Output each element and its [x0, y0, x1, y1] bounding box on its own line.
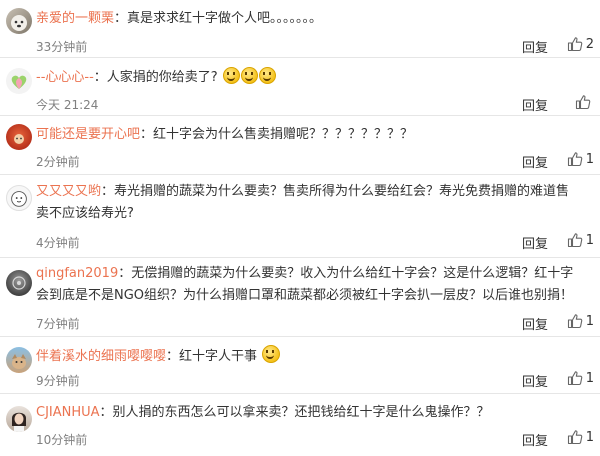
- avatar[interactable]: [6, 68, 32, 94]
- reply-button[interactable]: 回复: [522, 95, 548, 114]
- like-button[interactable]: 2: [567, 36, 594, 52]
- avatar[interactable]: [6, 406, 32, 432]
- like-button[interactable]: [575, 94, 594, 110]
- thumbs-up-icon: [575, 95, 591, 110]
- comment-username[interactable]: --心心心--: [36, 70, 94, 85]
- comment-text: CJIANHUA：别人捐的东西怎么可以拿来卖？还把钱给红十字是什么鬼操作？？: [36, 402, 580, 424]
- grin-emoji-icon: [258, 67, 276, 84]
- comment-text: 伴着溪水的细雨嘤嘤嘤：红十字人干事: [36, 345, 580, 368]
- like-count: 1: [585, 232, 594, 248]
- comment-item: CJIANHUA：别人捐的东西怎么可以拿来卖？还把钱给红十字是什么鬼操作？？ 1…: [0, 394, 600, 456]
- reply-button[interactable]: 回复: [522, 233, 548, 252]
- comment-username[interactable]: 亲爱的一颗栗: [36, 11, 114, 26]
- like-count: 1: [585, 151, 594, 167]
- comment-time: 9分钟前: [36, 374, 80, 388]
- reply-button[interactable]: 回复: [522, 314, 548, 333]
- reply-button[interactable]: 回复: [522, 430, 548, 449]
- like-count: 1: [585, 313, 594, 329]
- comment-username[interactable]: CJIANHUA: [36, 405, 100, 420]
- comment-content: ：人家捐的你给卖了?: [93, 70, 218, 85]
- thumbs-up-icon: [567, 314, 583, 329]
- comment-item: --心心心--：人家捐的你给卖了? 今天 21:24 回复: [0, 58, 600, 116]
- comment-time: 今天 21:24: [36, 98, 99, 112]
- comment-username[interactable]: 又又又又哟: [36, 184, 101, 199]
- avatar[interactable]: [6, 185, 32, 211]
- comment-time: 7分钟前: [36, 317, 80, 331]
- like-count: 2: [585, 36, 594, 52]
- smile-emoji-icon: [262, 345, 281, 363]
- thumbs-up-icon: [567, 233, 583, 248]
- like-button[interactable]: 1: [567, 313, 594, 329]
- comment-text: 可能还是要开心吧：红十字会为什么售卖捐赠呢？？？？？？？？: [36, 124, 580, 146]
- comment-username[interactable]: qingfan2019: [36, 266, 118, 281]
- comment-text: 亲爱的一颗栗：真是求求红十字做个人吧。。。。。。。: [36, 8, 580, 30]
- comment-item: 又又又又哟：寿光捐赠的蔬菜为什么要卖？售卖所得为什么要给红会？寿光免费捐赠的难道…: [0, 175, 600, 258]
- comment-username[interactable]: 伴着溪水的细雨嘤嘤嘤: [36, 349, 166, 364]
- comment-content: ：寿光捐赠的蔬菜为什么要卖？售卖所得为什么要给红会？寿光免费捐赠的难道售卖不应该…: [36, 184, 570, 221]
- comment-content: ：别人捐的东西怎么可以拿来卖？还把钱给红十字是什么鬼操作？？: [99, 405, 490, 420]
- thumbs-up-icon: [567, 152, 583, 167]
- like-button[interactable]: 1: [567, 370, 594, 386]
- grin-emoji-icon: [240, 67, 258, 84]
- thumbs-up-icon: [567, 371, 583, 386]
- avatar[interactable]: [6, 124, 32, 150]
- comment-text: qingfan2019：无偿捐赠的蔬菜为什么要卖？收入为什么给红十字会？这是什么…: [36, 263, 580, 307]
- reply-button[interactable]: 回复: [522, 152, 548, 171]
- avatar[interactable]: [6, 8, 32, 34]
- reply-button[interactable]: 回复: [522, 37, 548, 56]
- like-button[interactable]: 1: [567, 151, 594, 167]
- comment-item: 亲爱的一颗栗：真是求求红十字做个人吧。。。。。。。 33分钟前 回复 2: [0, 0, 600, 58]
- reply-button[interactable]: 回复: [522, 371, 548, 390]
- thumbs-up-icon: [567, 430, 583, 445]
- like-count: 1: [585, 429, 594, 445]
- like-button[interactable]: 1: [567, 429, 594, 445]
- like-count: 1: [585, 370, 594, 386]
- thumbs-up-icon: [567, 37, 583, 52]
- comment-content: ：红十字人干事: [166, 349, 258, 364]
- comment-username[interactable]: 可能还是要开心吧: [36, 127, 140, 142]
- like-button[interactable]: 1: [567, 232, 594, 248]
- comment-content: ：真是求求红十字做个人吧。。。。。。。: [114, 11, 323, 26]
- comment-text: --心心心--：人家捐的你给卖了?: [36, 67, 580, 89]
- comment-text: 又又又又哟：寿光捐赠的蔬菜为什么要卖？售卖所得为什么要给红会？寿光免费捐赠的难道…: [36, 181, 580, 225]
- avatar[interactable]: [6, 270, 32, 296]
- comment-time: 2分钟前: [36, 155, 80, 169]
- comment-item: qingfan2019：无偿捐赠的蔬菜为什么要卖？收入为什么给红十字会？这是什么…: [0, 258, 600, 337]
- comment-item: 伴着溪水的细雨嘤嘤嘤：红十字人干事 9分钟前 回复 1: [0, 337, 600, 394]
- comment-time: 4分钟前: [36, 236, 80, 250]
- comment-item: 可能还是要开心吧：红十字会为什么售卖捐赠呢？？？？？？？？ 2分钟前 回复 1: [0, 116, 600, 175]
- comment-time: 33分钟前: [36, 40, 88, 54]
- comment-time: 10分钟前: [36, 433, 88, 447]
- grin-emoji-icon: [222, 67, 240, 84]
- comment-content: ：红十字会为什么售卖捐赠呢？？？？？？？？: [140, 127, 414, 142]
- avatar[interactable]: [6, 347, 32, 373]
